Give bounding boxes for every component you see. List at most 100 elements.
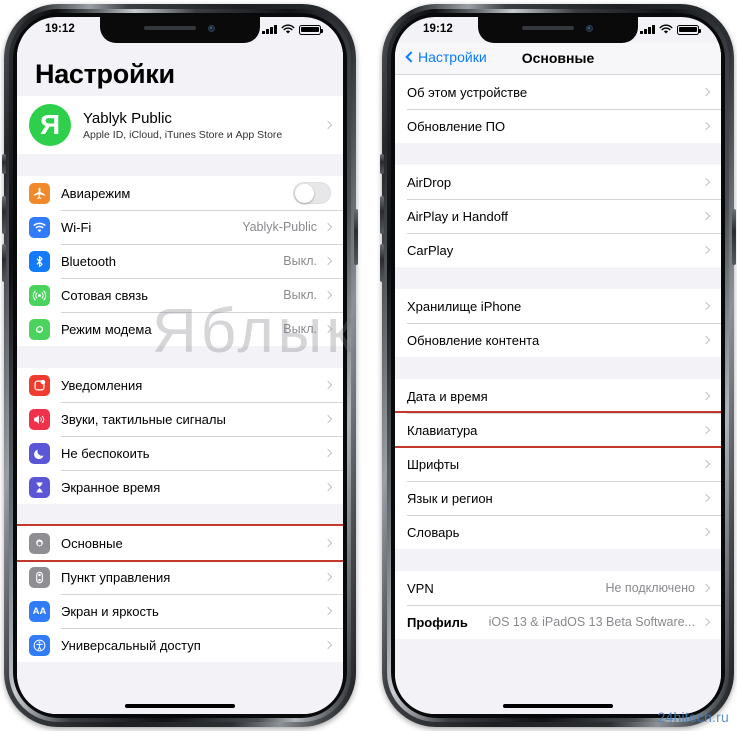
- account-subtitle: Apple ID, iCloud, iTunes Store и App Sto…: [83, 128, 283, 141]
- settings-row-dictionary[interactable]: Словарь: [395, 515, 721, 549]
- settings-row-keyboard[interactable]: Клавиатура: [395, 413, 721, 447]
- screenshot-root: 19:12 Настройки Я Yablyk Public Apple ID…: [0, 0, 737, 731]
- cellular-bars-icon: [640, 25, 655, 34]
- settings-row-label: CarPlay: [407, 242, 454, 258]
- settings-row-label: AirPlay и Handoff: [407, 208, 508, 224]
- settings-row-value: Yablyk-Public: [242, 220, 317, 234]
- volume-up-button-left[interactable]: [2, 196, 6, 234]
- settings-row-airplane[interactable]: Авиарежим: [17, 176, 343, 210]
- battery-full-icon: [299, 24, 323, 35]
- settings-row-label: VPN: [407, 580, 434, 596]
- chevron-right-icon: [323, 606, 333, 616]
- settings-row-language-region[interactable]: Язык и регион: [395, 481, 721, 515]
- status-time: 19:12: [423, 23, 453, 35]
- mute-switch-right[interactable]: [380, 154, 384, 174]
- settings-row-bluetooth[interactable]: Bluetooth Выкл.: [17, 244, 343, 278]
- control-center-icon: [29, 566, 50, 588]
- airplane-icon: [29, 182, 50, 204]
- settings-scroll-right[interactable]: Настройки Основные Об этом устройстве Об…: [395, 43, 721, 714]
- battery-full-icon: [677, 24, 701, 35]
- group-separator: [395, 357, 721, 379]
- chevron-right-icon: [701, 493, 711, 503]
- status-time: 19:12: [45, 23, 75, 35]
- settings-row-value: Выкл.: [283, 322, 317, 336]
- status-indicators: [640, 24, 701, 35]
- network-group: VPN Не подключено Профиль iOS 13 & iPadO…: [395, 571, 721, 639]
- wifi-icon: [659, 24, 673, 34]
- settings-row-dnd[interactable]: Не беспокоить: [17, 436, 343, 470]
- settings-row-control-center[interactable]: Пункт управления: [17, 560, 343, 594]
- settings-row-label: Bluetooth: [61, 253, 116, 269]
- settings-row-iphone-storage[interactable]: Хранилище iPhone: [395, 289, 721, 323]
- settings-row-display[interactable]: AA Экран и яркость: [17, 594, 343, 628]
- airplane-mode-toggle[interactable]: [293, 182, 331, 204]
- hourglass-icon: [29, 476, 50, 498]
- chevron-right-icon: [701, 301, 711, 311]
- settings-row-cellular[interactable]: Сотовая связь Выкл.: [17, 278, 343, 312]
- storage-group: Хранилище iPhone Обновление контента: [395, 289, 721, 357]
- chevron-right-icon: [701, 617, 711, 627]
- settings-row-vpn[interactable]: VPN Не подключено: [395, 571, 721, 605]
- apple-id-row[interactable]: Я Yablyk Public Apple ID, iCloud, iTunes…: [17, 96, 343, 154]
- volume-up-button-right[interactable]: [380, 196, 384, 234]
- chevron-right-icon: [323, 222, 333, 232]
- settings-row-label: Звуки, тактильные сигналы: [61, 411, 226, 427]
- settings-row-background-refresh[interactable]: Обновление контента: [395, 323, 721, 357]
- volume-down-button-right[interactable]: [380, 244, 384, 282]
- home-indicator-left[interactable]: [125, 704, 235, 708]
- bluetooth-icon: [29, 250, 50, 272]
- group-separator: [17, 504, 343, 526]
- settings-row-carplay[interactable]: CarPlay: [395, 233, 721, 267]
- mute-switch-left[interactable]: [2, 154, 6, 174]
- home-indicator-right[interactable]: [503, 704, 613, 708]
- settings-row-label: Универсальный доступ: [61, 637, 201, 653]
- settings-row-value: Не подключено: [605, 581, 695, 595]
- group-separator: [17, 154, 343, 176]
- chevron-right-icon: [323, 256, 333, 266]
- settings-row-accessibility[interactable]: Универсальный доступ: [17, 628, 343, 662]
- settings-row-about[interactable]: Об этом устройстве: [395, 75, 721, 109]
- settings-scroll-left[interactable]: Настройки Я Yablyk Public Apple ID, iClo…: [17, 43, 343, 714]
- chevron-right-icon: [323, 324, 333, 334]
- settings-row-fonts[interactable]: Шрифты: [395, 447, 721, 481]
- wifi-icon: [281, 24, 295, 34]
- settings-row-software-update[interactable]: Обновление ПО: [395, 109, 721, 143]
- chevron-right-icon: [323, 120, 333, 130]
- volume-down-button-left[interactable]: [2, 244, 6, 282]
- sharing-group: AirDrop AirPlay и Handoff CarPlay: [395, 165, 721, 267]
- settings-row-wifi[interactable]: Wi-Fi Yablyk-Public: [17, 210, 343, 244]
- settings-row-screentime[interactable]: Экранное время: [17, 470, 343, 504]
- group-separator: [395, 549, 721, 571]
- status-indicators: [262, 24, 323, 35]
- power-button-right[interactable]: [732, 209, 736, 265]
- accessibility-icon: [29, 634, 50, 656]
- cellular-bars-icon: [262, 25, 277, 34]
- chevron-right-icon: [701, 177, 711, 187]
- settings-row-label: Дата и время: [407, 388, 488, 404]
- settings-row-profile[interactable]: Профиль iOS 13 & iPadOS 13 Beta Software…: [395, 605, 721, 639]
- settings-row-date-time[interactable]: Дата и время: [395, 379, 721, 413]
- settings-row-label: Шрифты: [407, 456, 460, 472]
- settings-row-label: Основные: [61, 535, 123, 551]
- power-button-left[interactable]: [354, 209, 358, 265]
- settings-row-general[interactable]: Основные: [17, 526, 343, 560]
- wifi-icon: [29, 216, 50, 238]
- settings-row-label: AirDrop: [407, 174, 452, 190]
- screen-right: 19:12 Настройки Основные Об этом устройс…: [395, 17, 721, 714]
- settings-row-label: Сотовая связь: [61, 287, 149, 303]
- toggle-knob: [295, 184, 314, 203]
- settings-row-label: Обновление контента: [407, 332, 540, 348]
- settings-row-sounds[interactable]: Звуки, тактильные сигналы: [17, 402, 343, 436]
- settings-row-hotspot[interactable]: Режим модема Выкл.: [17, 312, 343, 346]
- chevron-right-icon: [323, 380, 333, 390]
- group-separator: [395, 639, 721, 661]
- settings-row-airdrop[interactable]: AirDrop: [395, 165, 721, 199]
- settings-row-airplay-handoff[interactable]: AirPlay и Handoff: [395, 199, 721, 233]
- settings-row-notifications[interactable]: Уведомления: [17, 368, 343, 402]
- settings-row-label: Уведомления: [61, 377, 143, 393]
- chevron-right-icon: [701, 245, 711, 255]
- chevron-right-icon: [323, 640, 333, 650]
- settings-row-label: Пункт управления: [61, 569, 171, 585]
- settings-row-label: Авиарежим: [61, 185, 131, 201]
- connectivity-group: Авиарежим Wi-Fi Yablyk-Public Bluetooth …: [17, 176, 343, 346]
